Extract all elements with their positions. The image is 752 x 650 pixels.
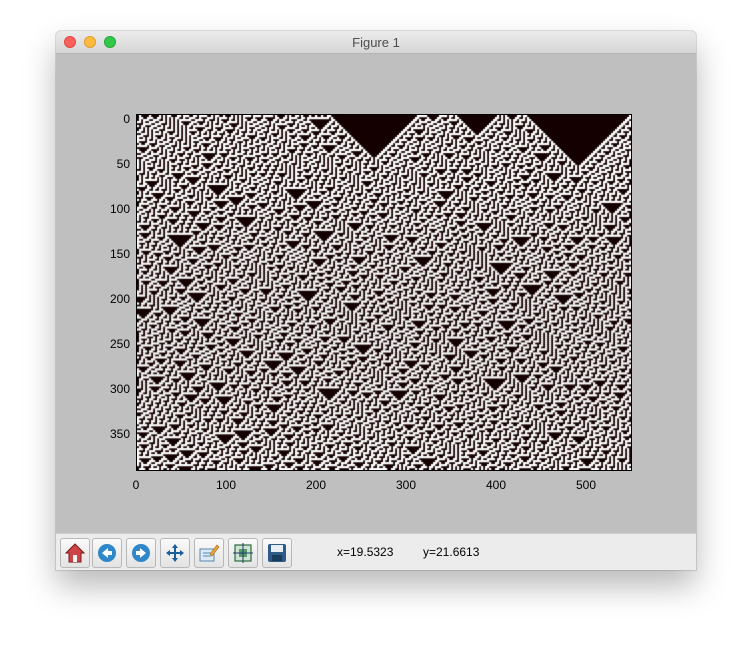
x-tick-label: 200	[305, 478, 327, 492]
save-button[interactable]	[262, 538, 292, 568]
pan-button[interactable]	[160, 538, 190, 568]
zoom-icon	[199, 544, 220, 562]
subplots-icon	[233, 543, 253, 563]
y-tick-label: 300	[109, 382, 130, 396]
y-tick-label: 200	[109, 292, 130, 306]
image-plot[interactable]	[136, 114, 632, 471]
x-tick-label: 0	[132, 478, 140, 492]
back-button[interactable]	[92, 538, 122, 568]
save-icon	[268, 544, 286, 562]
y-tick-label: 50	[116, 157, 130, 171]
x-tick-label: 400	[485, 478, 507, 492]
y-coordinate-readout: y=21.6613	[423, 545, 480, 559]
y-tick-label: 350	[109, 427, 130, 441]
y-tick-label: 0	[123, 112, 130, 126]
pan-icon	[166, 544, 184, 562]
y-tick-label: 250	[109, 337, 130, 351]
forward-button[interactable]	[126, 538, 156, 568]
forward-arrow-icon	[132, 544, 150, 562]
y-tick-label: 150	[109, 247, 130, 261]
zoom-button[interactable]	[194, 538, 224, 568]
x-tick-label: 100	[215, 478, 237, 492]
x-coordinate-readout: x=19.5323	[337, 545, 394, 559]
y-tick-label: 100	[109, 202, 130, 216]
configure-subplots-button[interactable]	[228, 538, 258, 568]
title-bar[interactable]: Figure 1	[56, 31, 696, 54]
home-button[interactable]	[60, 538, 90, 568]
figure-canvas[interactable]: 0 50 100 150 200 250 300 350 0 100 200 3…	[56, 54, 696, 533]
x-tick-label: 500	[575, 478, 597, 492]
figure-window: Figure 1 0 50 100 150 200 250 300 350 0 …	[56, 31, 696, 570]
back-arrow-icon	[98, 544, 116, 562]
cellular-automaton-image[interactable]	[137, 115, 631, 470]
navigation-toolbar: x=19.5323 y=21.6613	[56, 533, 696, 570]
home-icon	[64, 543, 86, 563]
x-tick-label: 300	[395, 478, 417, 492]
window-title: Figure 1	[352, 35, 400, 50]
